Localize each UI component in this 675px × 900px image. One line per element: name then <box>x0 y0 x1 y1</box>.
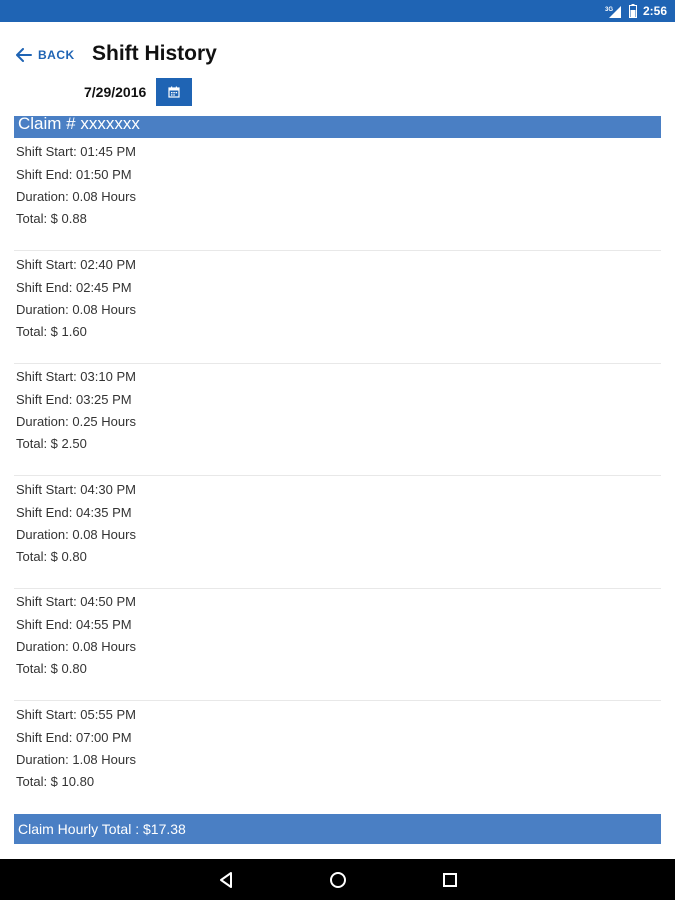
claim-header: Claim # xxxxxxx <box>14 116 661 138</box>
shift-entry: Shift Start: 05:55 PM Shift End: 07:00 P… <box>0 702 675 815</box>
page-title: Shift History <box>92 42 217 65</box>
shift-start: Shift Start: 04:50 PM <box>16 594 136 609</box>
calendar-button[interactable] <box>156 78 193 106</box>
shift-start: Shift Start: 02:40 PM <box>16 256 136 272</box>
back-label: BACK <box>38 48 75 62</box>
shift-end: Shift End: 07:00 PM <box>16 729 132 745</box>
shift-duration: Duration: 0.08 Hours <box>16 189 136 204</box>
shift-list: Shift Start: 01:45 PM Shift End: 01:50 P… <box>0 139 675 814</box>
shift-entry: Shift Start: 04:50 PM Shift End: 04:55 P… <box>0 589 675 702</box>
nav-home-button[interactable] <box>328 870 348 890</box>
shift-total: Total: $ 0.80 <box>16 548 87 564</box>
shift-start: Shift Start: 04:30 PM <box>16 481 136 497</box>
shift-total: Total: $ 10.80 <box>16 773 95 789</box>
shift-entry: Shift Start: 02:40 PM Shift End: 02:45 P… <box>0 252 675 365</box>
shift-end: Shift End: 04:55 PM <box>16 617 132 632</box>
shift-duration: Duration: 1.08 Hours <box>16 751 136 767</box>
shift-entry: Shift Start: 01:45 PM Shift End: 01:50 P… <box>0 139 675 252</box>
navigation-bar <box>0 859 675 900</box>
shift-total: Total: $ 0.80 <box>16 661 87 676</box>
shift-end: Shift End: 04:35 PM <box>16 504 132 520</box>
shift-total: Total: $ 0.88 <box>16 211 87 226</box>
network-signal-icon: 3G <box>605 6 621 18</box>
shift-duration: Duration: 0.25 Hours <box>16 414 136 429</box>
shift-end: Shift End: 02:45 PM <box>16 279 132 295</box>
shift-duration: Duration: 0.08 Hours <box>16 301 136 317</box>
back-button[interactable]: BACK <box>16 48 75 62</box>
status-time: 2:56 <box>642 4 667 18</box>
triangle-back-icon <box>220 872 232 888</box>
shift-start: Shift Start: 01:45 PM <box>16 144 136 159</box>
square-recents-icon <box>443 873 457 887</box>
circle-home-icon <box>330 872 346 888</box>
status-icons: 3G 2:56 <box>605 3 667 19</box>
calendar-icon <box>168 86 180 98</box>
shift-start: Shift Start: 03:10 PM <box>16 369 136 384</box>
selected-date: 7/29/2016 <box>84 84 147 100</box>
battery-icon <box>628 4 637 18</box>
claim-total-bar: Claim Hourly Total : $17.38 <box>14 814 661 844</box>
network-type-label: 3G <box>605 7 613 13</box>
shift-end: Shift End: 01:50 PM <box>16 167 132 182</box>
shift-entry: Shift Start: 04:30 PM Shift End: 04:35 P… <box>0 477 675 590</box>
shift-duration: Duration: 0.08 Hours <box>16 526 136 542</box>
shift-start: Shift Start: 05:55 PM <box>16 706 136 722</box>
nav-recents-button[interactable] <box>440 870 460 890</box>
shift-entry: Shift Start: 03:10 PM Shift End: 03:25 P… <box>0 364 675 477</box>
nav-back-button[interactable] <box>216 870 236 890</box>
status-bar: 3G 2:56 <box>0 0 675 22</box>
shift-total: Total: $ 2.50 <box>16 436 87 451</box>
shift-end: Shift End: 03:25 PM <box>16 392 132 407</box>
shift-total: Total: $ 1.60 <box>16 323 87 339</box>
date-row: 7/29/2016 <box>84 78 193 106</box>
arrow-left-icon <box>16 48 32 62</box>
shift-duration: Duration: 0.08 Hours <box>16 639 136 654</box>
